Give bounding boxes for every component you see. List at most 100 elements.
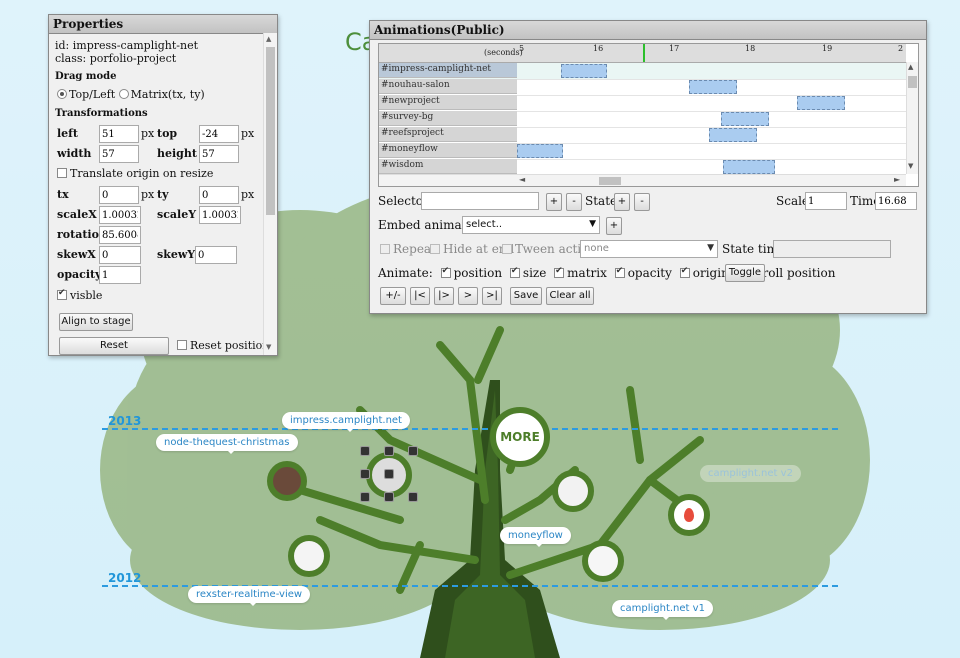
scroll-left-icon[interactable]: ◄ bbox=[519, 175, 525, 184]
embed-add-button[interactable]: + bbox=[606, 217, 622, 235]
keyframe-bar[interactable] bbox=[709, 128, 757, 142]
opacity-input[interactable] bbox=[99, 266, 141, 284]
label-impress[interactable]: impress.camplight.net bbox=[282, 412, 410, 432]
resize-handle-tr[interactable] bbox=[408, 446, 418, 456]
width-input[interactable] bbox=[99, 145, 139, 163]
plus-minus-button[interactable]: +/- bbox=[380, 287, 406, 305]
reset-transformations-button[interactable]: Reset transformations bbox=[59, 337, 169, 355]
animate-label: Animate: bbox=[378, 266, 433, 280]
top-label: top bbox=[157, 127, 178, 140]
reset-position-checkbox[interactable] bbox=[177, 340, 187, 350]
timeline-hscroll-thumb[interactable] bbox=[599, 177, 621, 185]
timeline-row-name: #moneyflow bbox=[379, 143, 517, 158]
label-camplight-v2[interactable]: camplight.net v2 bbox=[700, 465, 801, 482]
keyframe-bar[interactable] bbox=[723, 160, 775, 174]
selector-add-button[interactable]: + bbox=[546, 193, 562, 211]
label-camplight-v1[interactable]: camplight.net v1 bbox=[612, 600, 713, 620]
properties-scroll-thumb[interactable] bbox=[266, 47, 275, 215]
translate-origin-checkbox[interactable] bbox=[57, 168, 67, 178]
timeline-row[interactable]: #impress-camplight-net bbox=[379, 63, 906, 80]
visible-checkbox[interactable] bbox=[57, 288, 67, 300]
rotation-input[interactable] bbox=[99, 226, 141, 244]
selector-input[interactable] bbox=[421, 192, 539, 210]
properties-scrollbar[interactable]: ▲ ▼ bbox=[263, 33, 277, 355]
tx-input[interactable] bbox=[99, 186, 139, 204]
toggle-button[interactable]: Toggle bbox=[725, 264, 765, 282]
timeline-scroll-up-icon[interactable]: ▲ bbox=[908, 63, 913, 71]
embed-animation-select[interactable]: select.. ▼ bbox=[462, 216, 600, 234]
play-button[interactable]: > bbox=[458, 287, 478, 305]
time-input[interactable] bbox=[875, 192, 917, 210]
scalex-input[interactable] bbox=[99, 206, 141, 224]
flame-icon bbox=[684, 508, 694, 522]
more-node[interactable]: MORE bbox=[490, 407, 550, 467]
resize-handle-l[interactable] bbox=[360, 469, 370, 479]
resize-handle-t[interactable] bbox=[384, 446, 394, 456]
resize-handle-tl[interactable] bbox=[360, 446, 370, 456]
animate-matrix-checkbox[interactable] bbox=[554, 266, 565, 278]
resize-handle-br[interactable] bbox=[408, 492, 418, 502]
animations-title[interactable]: Animations(Public) bbox=[370, 21, 926, 40]
playhead[interactable] bbox=[643, 44, 645, 62]
animate-origin-checkbox[interactable] bbox=[679, 266, 690, 278]
resize-handle-bl[interactable] bbox=[360, 492, 370, 502]
tween-select[interactable]: none ▼ bbox=[580, 240, 718, 258]
selector-remove-button[interactable]: - bbox=[566, 193, 582, 211]
tween-active-checkbox[interactable] bbox=[502, 244, 512, 254]
scroll-up-icon[interactable]: ▲ bbox=[266, 35, 271, 43]
keyframe-bar[interactable] bbox=[561, 64, 607, 78]
resize-handle-b[interactable] bbox=[384, 492, 394, 502]
go-end-button[interactable]: >| bbox=[482, 287, 502, 305]
step-button[interactable]: |> bbox=[434, 287, 454, 305]
project-node-moneyflow[interactable] bbox=[552, 470, 594, 512]
timeline-row[interactable]: #newproject bbox=[379, 95, 906, 112]
scroll-down-icon[interactable]: ▼ bbox=[266, 343, 271, 351]
scaley-input[interactable] bbox=[199, 206, 241, 224]
keyframe-bar[interactable] bbox=[689, 80, 737, 94]
clear-all-button[interactable]: Clear all bbox=[546, 287, 594, 305]
keyframe-bar[interactable] bbox=[517, 144, 563, 158]
animate-opacity-checkbox[interactable] bbox=[614, 266, 625, 278]
state-add-button[interactable]: + bbox=[614, 193, 630, 211]
properties-title[interactable]: Properties bbox=[49, 15, 277, 34]
label-node-thequest[interactable]: node-thequest-christmas bbox=[156, 434, 298, 454]
timeline-scroll-down-icon[interactable]: ▼ bbox=[908, 162, 913, 170]
scroll-right-icon[interactable]: ► bbox=[894, 175, 900, 184]
timeline-row[interactable]: #nouhau-salon bbox=[379, 79, 906, 96]
timeline-row[interactable]: #survey-bg bbox=[379, 111, 906, 128]
drag-mode-matrix-radio[interactable] bbox=[118, 89, 129, 99]
animate-size-checkbox[interactable] bbox=[509, 266, 520, 278]
left-input[interactable] bbox=[99, 125, 139, 143]
project-node-node-thequest[interactable] bbox=[267, 461, 307, 501]
state-time-input[interactable] bbox=[773, 240, 891, 258]
skewx-input[interactable] bbox=[99, 246, 141, 264]
project-node-camplight-logo[interactable] bbox=[668, 494, 710, 536]
hide-at-end-checkbox[interactable] bbox=[430, 244, 440, 254]
label-rexster[interactable]: rexster-realtime-view bbox=[188, 586, 311, 606]
timeline-row[interactable]: #moneyflow bbox=[379, 143, 906, 160]
project-node-rexster[interactable] bbox=[288, 535, 330, 577]
animate-position-checkbox[interactable] bbox=[440, 266, 451, 278]
repeat-row: Repeat bbox=[380, 242, 436, 256]
timeline-vscrollbar[interactable]: ▲ ▼ bbox=[906, 62, 918, 174]
drag-mode-topleft-radio[interactable] bbox=[57, 89, 67, 99]
label-moneyflow[interactable]: moneyflow bbox=[500, 527, 571, 547]
align-to-stage-button[interactable]: Align to stage bbox=[59, 313, 133, 331]
repeat-checkbox[interactable] bbox=[380, 244, 390, 254]
keyframe-bar[interactable] bbox=[721, 112, 769, 126]
go-start-button[interactable]: |< bbox=[410, 287, 430, 305]
scale-input[interactable] bbox=[805, 192, 847, 210]
skewy-input[interactable] bbox=[195, 246, 237, 264]
height-input[interactable] bbox=[199, 145, 239, 163]
rotate-handle[interactable] bbox=[384, 469, 394, 479]
project-node-camplight-v1[interactable] bbox=[582, 540, 624, 582]
timeline-hscrollbar[interactable]: ◄ ► bbox=[379, 174, 906, 186]
timeline-row[interactable]: #reefsproject bbox=[379, 127, 906, 144]
save-button[interactable]: Save bbox=[510, 287, 542, 305]
ty-input[interactable] bbox=[199, 186, 239, 204]
top-input[interactable] bbox=[199, 125, 239, 143]
timeline-vscroll-thumb[interactable] bbox=[908, 76, 917, 88]
state-remove-button[interactable]: - bbox=[634, 193, 650, 211]
skewy-label: skewY bbox=[157, 248, 196, 261]
keyframe-bar[interactable] bbox=[797, 96, 845, 110]
